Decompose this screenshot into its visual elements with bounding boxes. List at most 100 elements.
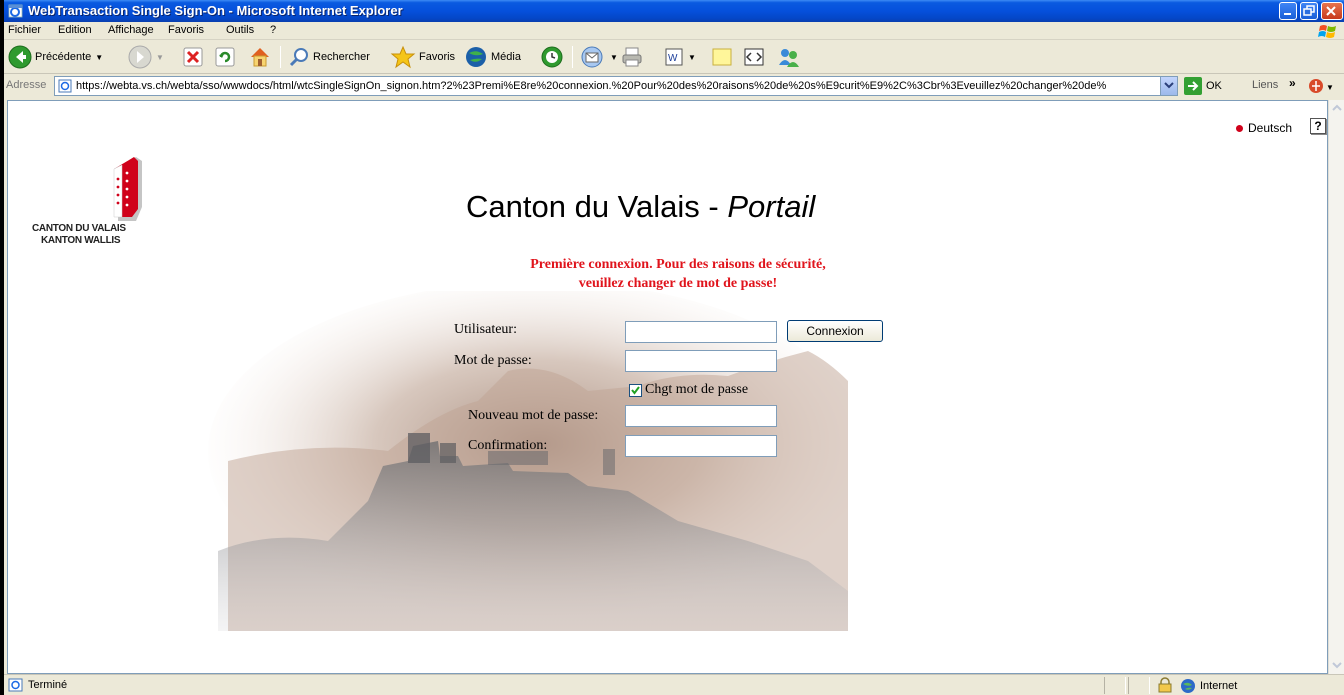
forward-button[interactable]: ▼ bbox=[128, 44, 164, 70]
forward-dropdown-icon[interactable]: ▼ bbox=[156, 53, 164, 62]
stop-icon bbox=[183, 47, 203, 67]
menu-fichier[interactable]: Fichier bbox=[8, 24, 41, 36]
lock-icon[interactable] bbox=[1157, 677, 1173, 693]
new-password-input[interactable] bbox=[625, 405, 777, 427]
menu-outils[interactable]: Outils bbox=[226, 24, 254, 36]
password-label: Mot de passe: bbox=[454, 353, 532, 368]
edit-dropdown-icon[interactable]: ▼ bbox=[688, 53, 696, 62]
close-button[interactable] bbox=[1321, 2, 1343, 20]
go-arrow-icon bbox=[1184, 77, 1202, 95]
password-input[interactable] bbox=[625, 350, 777, 372]
ie-window-icon bbox=[8, 4, 23, 18]
search-button[interactable]: Rechercher bbox=[288, 44, 370, 70]
back-label: Précédente bbox=[35, 51, 92, 63]
back-arrow-icon bbox=[8, 45, 32, 69]
go-button[interactable]: OK bbox=[1184, 77, 1222, 95]
change-password-checkbox[interactable] bbox=[629, 383, 642, 397]
scroll-up-button[interactable] bbox=[1329, 100, 1344, 117]
change-password-option[interactable]: Chgt mot de passe bbox=[629, 382, 748, 398]
address-dropdown-button[interactable] bbox=[1160, 77, 1177, 95]
links-toolbar[interactable]: Liens bbox=[1252, 79, 1278, 91]
messenger-icon bbox=[779, 49, 799, 67]
maximize-button[interactable] bbox=[1300, 2, 1318, 20]
forward-arrow-icon bbox=[128, 45, 152, 69]
bullet-icon bbox=[1236, 124, 1243, 132]
svg-text:▼: ▼ bbox=[1326, 83, 1334, 92]
home-button[interactable] bbox=[248, 44, 272, 70]
warning-line-2: veuillez changer de mot de passe! bbox=[578, 276, 778, 291]
windows-logo-icon bbox=[1318, 25, 1336, 38]
page-status-icon bbox=[8, 678, 23, 692]
home-icon bbox=[251, 48, 269, 67]
valais-coat-of-arms-icon bbox=[113, 157, 142, 221]
language-link[interactable]: Deutsch bbox=[1236, 121, 1292, 135]
help-icon[interactable]: ? bbox=[1310, 118, 1326, 134]
page-content: CANTON DU VALAIS KANTON WALLIS Deutsch ?… bbox=[7, 100, 1328, 674]
word-edit-icon: W bbox=[665, 48, 683, 66]
standard-toolbar: Précédente ▼ ▼ Rechercher Favoris Média bbox=[4, 40, 1344, 74]
page-title-italic: Portail bbox=[727, 189, 816, 224]
canton-logo: CANTON DU VALAIS KANTON WALLIS bbox=[32, 151, 152, 261]
code-view-icon bbox=[744, 48, 764, 66]
stop-button[interactable] bbox=[182, 44, 204, 70]
menu-bar: Fichier Edition Affichage Favoris Outils… bbox=[4, 22, 1344, 40]
scroll-down-button[interactable] bbox=[1329, 657, 1344, 674]
favorites-star-icon bbox=[390, 45, 416, 69]
vertical-scrollbar[interactable] bbox=[1328, 100, 1344, 674]
security-zone[interactable]: Internet bbox=[1180, 678, 1237, 694]
confirmation-label: Confirmation: bbox=[468, 438, 548, 453]
refresh-button[interactable] bbox=[214, 44, 236, 70]
note-icon bbox=[712, 48, 732, 66]
status-pane bbox=[1104, 677, 1126, 694]
connexion-button[interactable]: Connexion bbox=[787, 320, 883, 342]
history-button[interactable] bbox=[540, 44, 564, 70]
search-icon bbox=[289, 48, 308, 67]
close-icon bbox=[1326, 6, 1336, 16]
go-label: OK bbox=[1206, 80, 1222, 92]
media-button[interactable]: Média bbox=[464, 44, 521, 70]
new-password-label: Nouveau mot de passe: bbox=[468, 408, 599, 423]
menu-help[interactable]: ? bbox=[270, 24, 276, 36]
user-label: Utilisateur: bbox=[454, 322, 517, 337]
security-warning: Première connexion. Pour des raisons de … bbox=[448, 255, 908, 293]
links-chevron-icon[interactable]: » bbox=[1289, 76, 1296, 90]
printer-icon bbox=[622, 47, 642, 67]
translate-icon[interactable]: ▼ bbox=[1308, 77, 1336, 95]
print-button[interactable] bbox=[620, 44, 644, 70]
menu-edition[interactable]: Edition bbox=[58, 24, 92, 36]
minimize-icon bbox=[1284, 13, 1291, 15]
mail-icon bbox=[581, 46, 603, 68]
language-label: Deutsch bbox=[1248, 121, 1293, 135]
mail-dropdown-icon[interactable]: ▼ bbox=[610, 53, 618, 62]
confirmation-input[interactable] bbox=[625, 435, 777, 457]
status-bar: Terminé Internet bbox=[4, 674, 1344, 695]
user-input[interactable] bbox=[625, 321, 777, 343]
status-pane bbox=[1128, 677, 1150, 694]
edit-word-button[interactable]: W ▼ bbox=[664, 44, 696, 70]
back-button[interactable]: Précédente ▼ bbox=[8, 44, 103, 70]
toolbar-separator bbox=[280, 46, 281, 68]
address-input[interactable]: https://webta.vs.ch/webta/sso/wwwdocs/ht… bbox=[54, 76, 1178, 96]
minimize-button[interactable] bbox=[1279, 2, 1297, 20]
messenger-button[interactable] bbox=[776, 44, 802, 70]
page-title-main: Canton du Valais - bbox=[466, 189, 728, 224]
logo-text-de: KANTON WALLIS bbox=[41, 235, 121, 246]
restore-icon bbox=[1303, 5, 1315, 16]
favorites-button[interactable]: Favoris bbox=[390, 44, 455, 70]
svg-text:W: W bbox=[668, 53, 678, 64]
menu-affichage[interactable]: Affichage bbox=[108, 24, 154, 36]
menu-favoris[interactable]: Favoris bbox=[168, 24, 204, 36]
back-dropdown-icon[interactable]: ▼ bbox=[95, 53, 103, 62]
checkmark-icon bbox=[631, 385, 640, 395]
media-icon bbox=[466, 47, 486, 67]
title-bar[interactable]: WebTransaction Single Sign-On - Microsof… bbox=[4, 0, 1344, 22]
scroll-up-icon bbox=[1332, 104, 1342, 111]
window-title: WebTransaction Single Sign-On - Microsof… bbox=[28, 3, 403, 18]
discuss-button[interactable] bbox=[710, 44, 734, 70]
mail-button[interactable]: ▼ bbox=[580, 44, 618, 70]
favorites-label: Favoris bbox=[419, 51, 456, 63]
scroll-down-icon bbox=[1332, 662, 1342, 669]
history-icon bbox=[541, 46, 563, 68]
page-icon bbox=[58, 79, 72, 93]
related-button[interactable] bbox=[742, 44, 766, 70]
